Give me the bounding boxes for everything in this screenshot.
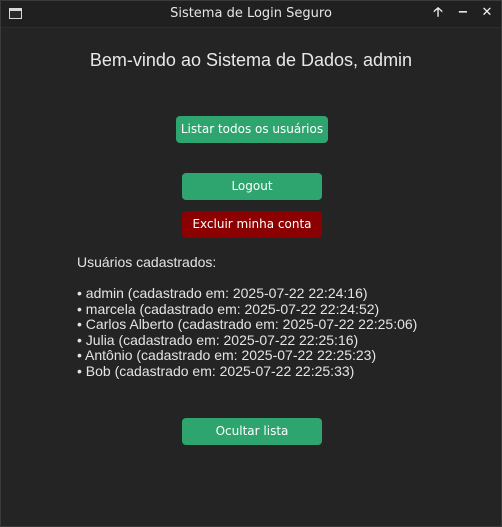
- user-list-item: • Bob (cadastrado em: 2025-07-22 22:25:3…: [77, 362, 355, 379]
- user-list-item: • marcela (cadastrado em: 2025-07-22 22:…: [77, 300, 380, 317]
- title-bar[interactable]: Sistema de Login Seguro 🡡 − ✕: [1, 1, 501, 28]
- user-list-item: • Carlos Alberto (cadastrado em: 2025-07…: [77, 316, 418, 333]
- user-list-item: • Julia (cadastrado em: 2025-07-22 22:25…: [77, 331, 359, 348]
- app-window: Sistema de Login Seguro 🡡 − ✕ Bem-vindo …: [0, 0, 502, 527]
- list-users-button[interactable]: Listar todos os usuários: [176, 116, 328, 143]
- welcome-heading: Bem-vindo ao Sistema de Dados, admin: [89, 50, 413, 70]
- users-list-heading: Usuários cadastrados:: [77, 254, 217, 270]
- logout-button[interactable]: Logout: [182, 173, 322, 200]
- maximize-icon[interactable]: 🡡: [429, 4, 447, 22]
- users-list-area: Usuários cadastrados: • admin (cadastrad…: [77, 254, 477, 380]
- user-list-item: • Antônio (cadastrado em: 2025-07-22 22:…: [77, 347, 377, 364]
- window-title: Sistema de Login Seguro: [170, 6, 332, 21]
- close-icon[interactable]: ✕: [478, 4, 496, 22]
- user-list-item: • admin (cadastrado em: 2025-07-22 22:24…: [77, 285, 368, 301]
- minimize-icon[interactable]: −: [454, 4, 472, 22]
- delete-account-button[interactable]: Excluir minha conta: [182, 211, 322, 238]
- hide-list-button[interactable]: Ocultar lista: [182, 418, 322, 445]
